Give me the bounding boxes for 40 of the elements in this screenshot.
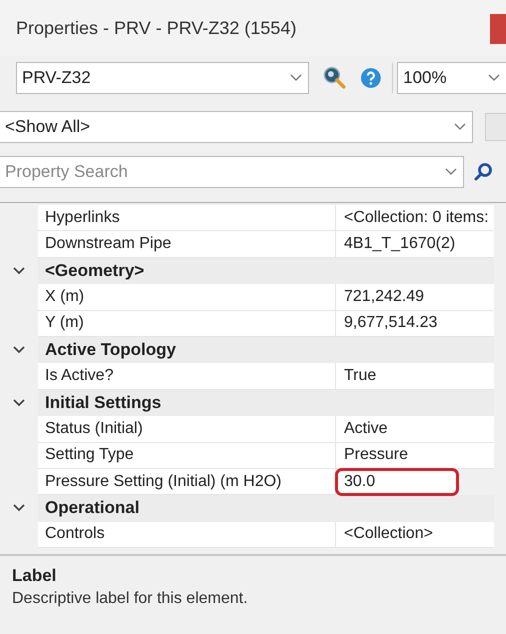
collapse-chevron-icon[interactable] — [13, 346, 25, 354]
chevron-down-icon[interactable] — [290, 74, 302, 82]
property-name: X (m) — [38, 284, 336, 311]
property-name: Is Active? — [38, 363, 336, 390]
property-value[interactable]: <Collection: 0 items: — [336, 205, 494, 232]
property-name: Pressure Setting (Initial) (m H2O) — [38, 468, 336, 496]
property-value[interactable]: True — [336, 363, 494, 390]
description-title: Label — [12, 566, 58, 586]
property-name: Downstream Pipe — [38, 231, 336, 258]
category-header[interactable]: Active Topology — [38, 336, 494, 364]
element-dropdown[interactable]: PRV-Z32 — [16, 62, 309, 94]
description-text: Descriptive label for this element. — [12, 590, 249, 608]
property-value[interactable]: Active — [336, 416, 494, 443]
filter-dropdown[interactable]: <Show All> — [0, 111, 474, 143]
collapse-chevron-icon[interactable] — [13, 266, 25, 275]
property-name: Setting Type — [38, 442, 336, 469]
category-header[interactable]: Operational — [38, 495, 494, 522]
property-value[interactable]: 30.0 — [336, 468, 458, 496]
property-value[interactable]: 721,242.49 — [336, 284, 494, 311]
property-name: Controls — [38, 522, 336, 548]
property-value[interactable]: Pressure — [336, 442, 494, 469]
property-value[interactable]: 4B1_T_1670(2) — [336, 231, 494, 258]
property-name: Hyperlinks — [38, 205, 336, 232]
property-name: Y (m) — [38, 310, 336, 337]
collapse-chevron-icon[interactable] — [13, 398, 25, 407]
category-header[interactable]: Initial Settings — [38, 390, 494, 416]
property-search-field[interactable]: Property Search — [0, 156, 464, 188]
property-value[interactable]: <Collection> — [336, 522, 494, 548]
property-value[interactable]: 9,677,514.23 — [336, 310, 494, 337]
chevron-down-icon[interactable] — [488, 74, 500, 82]
chevron-down-icon[interactable] — [454, 123, 466, 131]
help-icon[interactable] — [360, 67, 382, 89]
chevron-down-icon[interactable] — [445, 168, 457, 176]
find-icon[interactable] — [322, 66, 346, 90]
zoom-dropdown[interactable]: 100% — [397, 62, 506, 94]
search-icon[interactable] — [474, 162, 494, 182]
property-name: Status (Initial) — [38, 416, 336, 443]
collapse-chevron-icon[interactable] — [13, 504, 25, 512]
category-header[interactable]: <Geometry> — [38, 258, 494, 284]
window-title: Properties - PRV - PRV-Z32 (1554) — [16, 18, 296, 38]
